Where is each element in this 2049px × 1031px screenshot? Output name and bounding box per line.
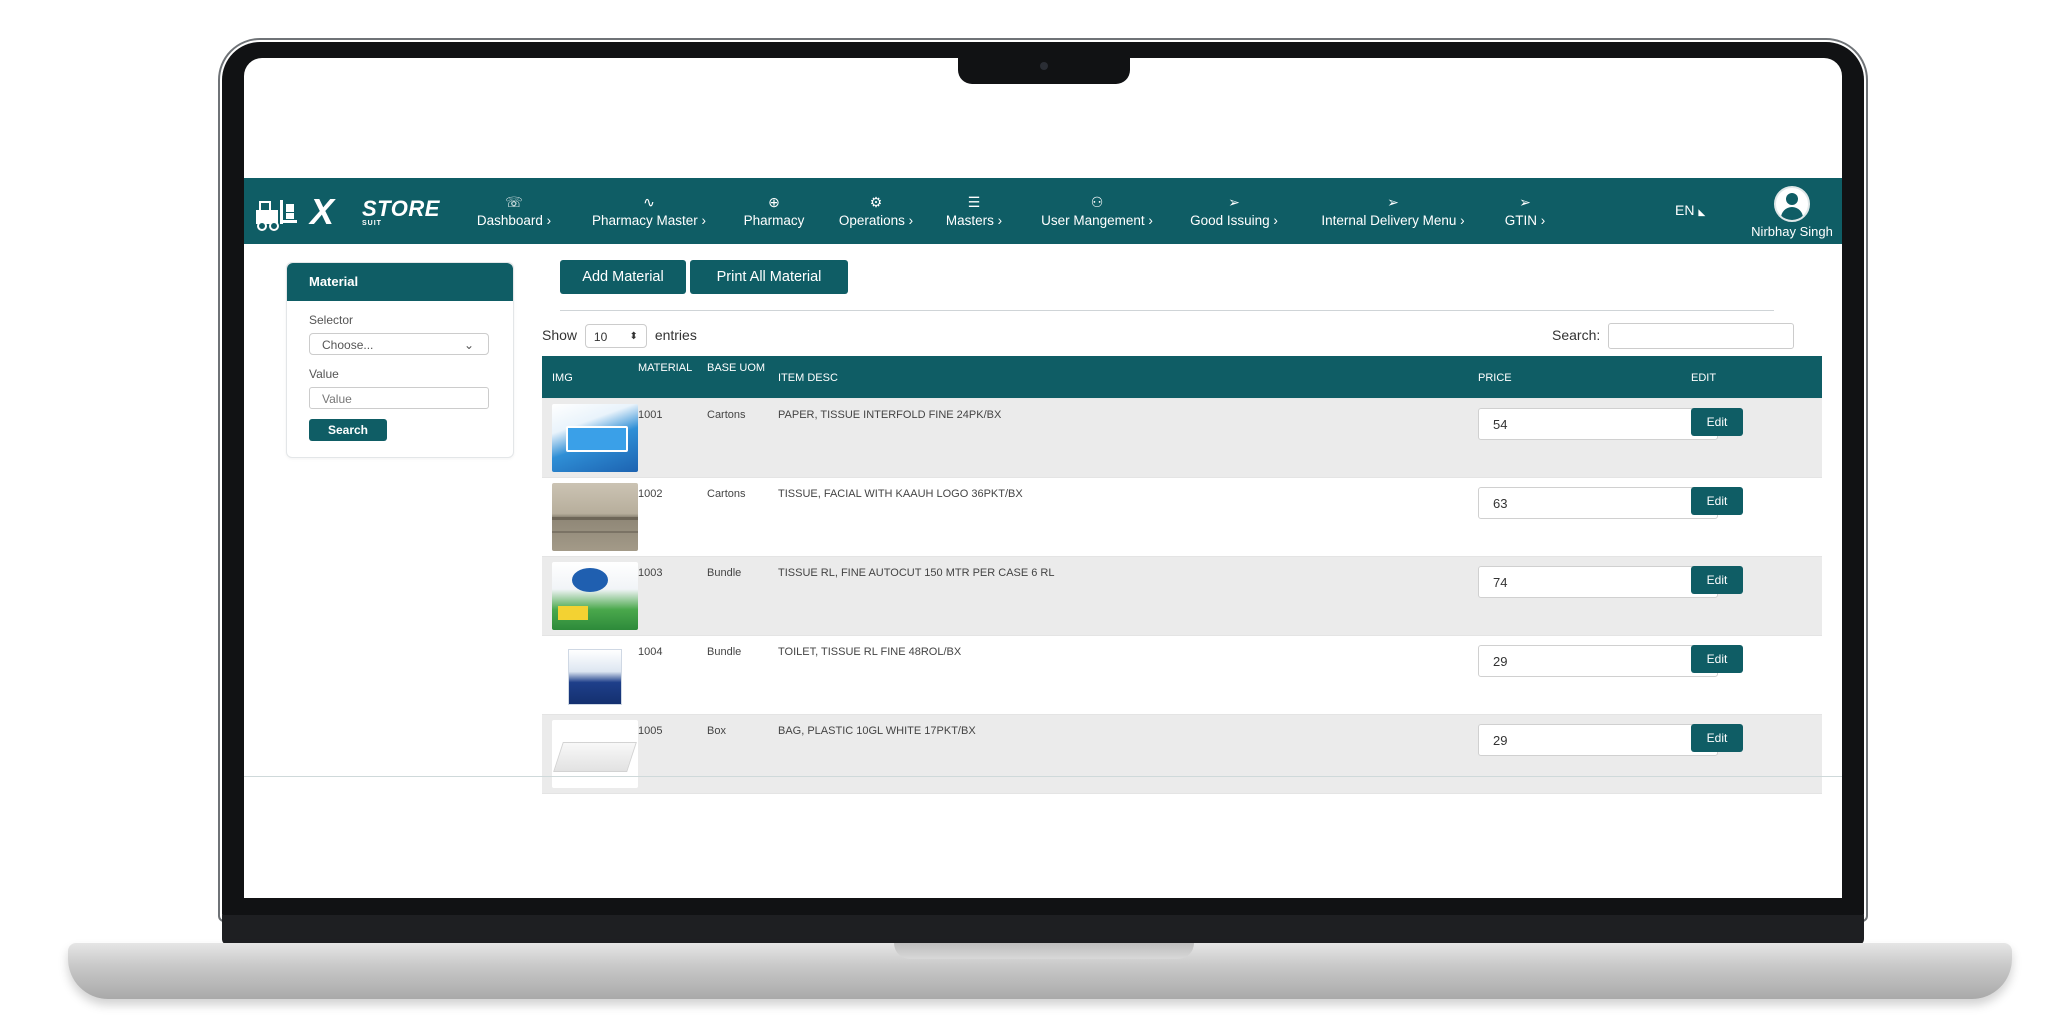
print-all-material-button[interactable]: Print All Material <box>690 260 848 294</box>
target-icon: ⊕ <box>768 194 780 210</box>
laptop-screen: X STORE SUIT ☏ Dashboard › ∿ Pharmacy Ma… <box>244 58 1842 898</box>
base-uom: Cartons <box>707 409 746 421</box>
top-navbar: X STORE SUIT ☏ Dashboard › ∿ Pharmacy Ma… <box>244 178 1842 244</box>
search-button[interactable]: Search <box>309 419 387 441</box>
nav-user-management[interactable]: ⚇ User Mangement › <box>1026 192 1168 230</box>
product-image <box>552 562 638 630</box>
nav-pharmacy-master[interactable]: ∿ Pharmacy Master › <box>576 192 722 230</box>
col-price[interactable]: PRICE <box>1478 372 1512 384</box>
table-row: 1002 Cartons TISSUE, FACIAL WITH KAAUH L… <box>542 478 1822 557</box>
brand-subtitle: SUIT <box>362 220 382 227</box>
edit-button[interactable]: Edit <box>1691 645 1743 673</box>
table-row: 1001 Cartons PAPER, TISSUE INTERFOLD FIN… <box>542 399 1822 478</box>
nav-good-issuing[interactable]: ➢ Good Issuing › <box>1178 192 1290 230</box>
entries-select[interactable]: 10 ⬍ <box>584 324 647 349</box>
edit-button[interactable]: Edit <box>1691 408 1743 436</box>
item-desc: TISSUE RL, FINE AUTOCUT 150 MTR PER CASE… <box>778 567 1055 579</box>
add-material-button[interactable]: Add Material <box>560 260 686 294</box>
user-name: Nirbhay Singh <box>1751 224 1833 239</box>
panel-title: Material <box>287 263 513 301</box>
material-code: 1002 <box>638 488 663 500</box>
table-header: IMG MATERIAL BASE UOM ITEM DESC PRICE ED… <box>542 356 1822 399</box>
table-search-input[interactable] <box>1608 323 1795 350</box>
nav-masters[interactable]: ☰ Masters › <box>934 192 1014 230</box>
edit-button[interactable]: Edit <box>1691 566 1743 594</box>
divider <box>560 310 1774 311</box>
user-icon: ⚇ <box>1090 194 1104 210</box>
col-img[interactable]: IMG <box>552 372 573 384</box>
product-image <box>552 720 638 788</box>
material-code: 1001 <box>638 409 663 421</box>
server-icon: ☰ <box>967 194 981 210</box>
materials-table: IMG MATERIAL BASE UOM ITEM DESC PRICE ED… <box>542 356 1822 794</box>
store-app: X STORE SUIT ☏ Dashboard › ∿ Pharmacy Ma… <box>244 178 1842 794</box>
gear-icon: ⚙ <box>869 194 883 210</box>
selector-dropdown[interactable]: Choose... ⌄ <box>309 333 489 355</box>
table-row: 1003 Bundle TISSUE RL, FINE AUTOCUT 150 … <box>542 557 1822 636</box>
edit-button[interactable]: Edit <box>1691 487 1743 515</box>
nav-pharmacy[interactable]: ⊕ Pharmacy <box>732 192 816 230</box>
caret-icon: ◣ <box>1698 207 1706 217</box>
nav-gtin[interactable]: ➢ GTIN › <box>1494 192 1556 230</box>
price-input[interactable]: 54 <box>1478 408 1718 440</box>
language-selector[interactable]: EN ◣ <box>1675 202 1705 218</box>
send-icon: ➢ <box>1228 194 1240 210</box>
base-uom: Box <box>707 725 726 737</box>
price-input[interactable]: 29 <box>1478 645 1718 677</box>
table-search: Search: <box>1552 322 1795 350</box>
camera-icon <box>1040 62 1048 70</box>
entries-control: Show 10 ⬍ entries <box>542 322 697 349</box>
product-image <box>552 404 638 472</box>
col-base-uom[interactable]: BASE UOM <box>707 362 765 374</box>
avatar <box>1774 186 1810 222</box>
forklift-icon <box>256 200 297 231</box>
send-icon: ➢ <box>1387 194 1399 210</box>
nav-operations[interactable]: ⚙ Operations › <box>826 192 926 230</box>
nav-internal-delivery-menu[interactable]: ➢ Internal Delivery Menu › <box>1302 192 1484 230</box>
item-desc: TISSUE, FACIAL WITH KAAUH LOGO 36PKT/BX <box>778 488 1023 500</box>
col-item-desc[interactable]: ITEM DESC <box>778 372 838 384</box>
brand-name: STORE <box>362 196 440 221</box>
table-row: 1005 Box BAG, PLASTIC 10GL WHITE 17PKT/B… <box>542 715 1822 794</box>
edit-button[interactable]: Edit <box>1691 724 1743 752</box>
chevron-down-icon: ⌄ <box>463 338 474 352</box>
selector-label: Selector <box>309 313 354 327</box>
material-code: 1003 <box>638 567 663 579</box>
pulse-icon: ∿ <box>643 194 655 210</box>
col-material[interactable]: MATERIAL <box>638 362 692 374</box>
logo-x-mark: X <box>310 191 335 232</box>
sort-arrows-icon: ⬍ <box>629 331 638 343</box>
material-code: 1004 <box>638 646 663 658</box>
base-uom: Bundle <box>707 567 742 579</box>
nav-dashboard[interactable]: ☏ Dashboard › <box>466 192 562 230</box>
table-row: 1004 Bundle TOILET, TISSUE RL FINE 48ROL… <box>542 636 1822 715</box>
product-image <box>552 641 638 709</box>
value-input[interactable]: Value <box>309 387 489 409</box>
base-uom: Cartons <box>707 488 746 500</box>
price-input[interactable]: 74 <box>1478 566 1718 598</box>
price-input[interactable]: 29 <box>1478 724 1718 756</box>
product-image <box>552 483 638 551</box>
brand-logo[interactable]: X STORE SUIT <box>254 191 439 234</box>
laptop-hinge <box>222 915 1864 945</box>
content-bottom-border <box>244 776 1842 777</box>
material-filter-panel: Material Selector Choose... ⌄ Value Valu… <box>286 262 514 458</box>
phone-icon: ☏ <box>505 194 523 210</box>
item-desc: TOILET, TISSUE RL FINE 48ROL/BX <box>778 646 962 658</box>
base-uom: Bundle <box>707 646 742 658</box>
send-icon: ➢ <box>1519 194 1531 210</box>
laptop-opening-notch <box>894 943 1194 959</box>
value-label: Value <box>309 367 339 381</box>
item-desc: BAG, PLASTIC 10GL WHITE 17PKT/BX <box>778 725 976 737</box>
price-input[interactable]: 63 <box>1478 487 1718 519</box>
item-desc: PAPER, TISSUE INTERFOLD FINE 24PK/BX <box>778 409 1002 421</box>
camera-notch <box>958 56 1130 84</box>
material-code: 1005 <box>638 725 663 737</box>
col-edit[interactable]: EDIT <box>1691 372 1716 384</box>
user-profile[interactable]: Nirbhay Singh <box>1742 186 1842 239</box>
